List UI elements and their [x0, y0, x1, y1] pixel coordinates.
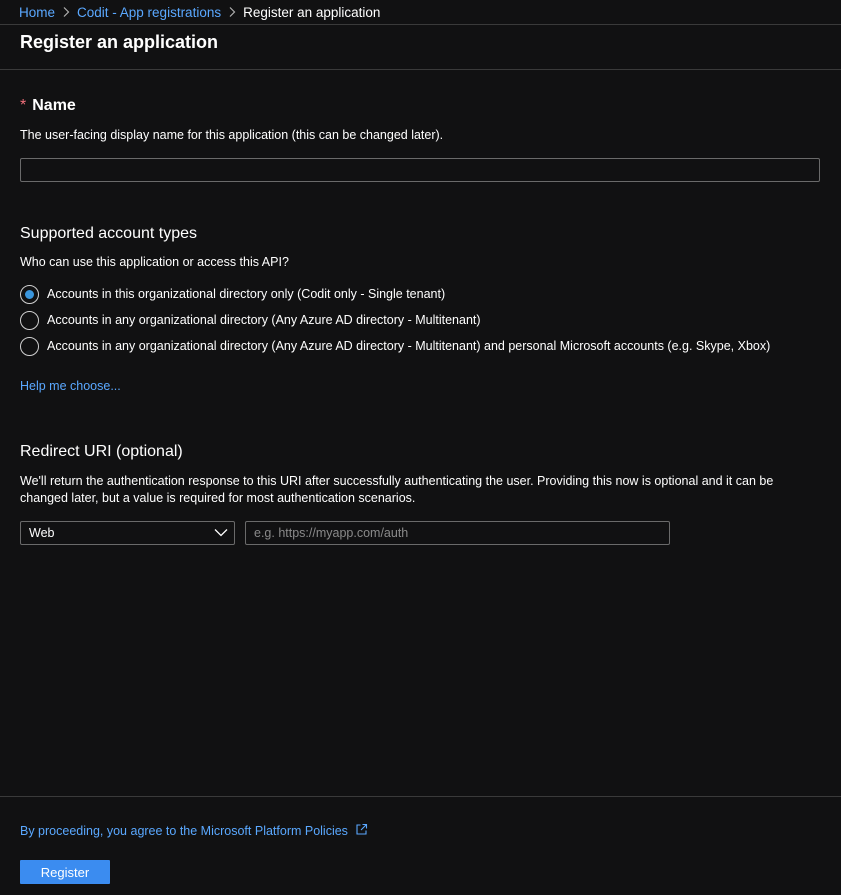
chevron-right-icon — [55, 7, 77, 17]
radio-unchecked-icon[interactable] — [20, 336, 39, 356]
name-section-title: * Name — [20, 97, 76, 115]
radio-unchecked-icon[interactable] — [20, 310, 39, 330]
account-type-label: Accounts in any organizational directory… — [47, 313, 481, 327]
platform-select-value: Web — [29, 526, 55, 540]
platform-select[interactable]: Web — [20, 521, 235, 545]
account-types-question: Who can use this application or access t… — [20, 255, 289, 269]
help-me-choose-link[interactable]: Help me choose... — [20, 379, 121, 393]
breadcrumb: Home Codit - App registrations Register … — [19, 0, 380, 24]
radio-checked-icon[interactable] — [20, 284, 39, 304]
required-marker: * — [20, 97, 27, 114]
policy-text: By proceeding, you agree to the Microsof… — [20, 824, 348, 838]
redirect-uri-description-line1: We'll return the authentication response… — [20, 474, 774, 488]
account-type-label: Accounts in this organizational director… — [47, 287, 446, 301]
page-title: Register an application — [20, 32, 219, 52]
chevron-right-icon — [221, 7, 243, 17]
breadcrumb-home[interactable]: Home — [19, 5, 55, 20]
redirect-uri-input[interactable] — [245, 521, 670, 545]
breadcrumb-app-registrations[interactable]: Codit - App registrations — [77, 5, 221, 20]
account-type-option-single-tenant[interactable]: Accounts in this organizational director… — [20, 284, 445, 304]
title-bar: Register an application — [0, 24, 841, 70]
redirect-uri-title: Redirect URI (optional) — [20, 443, 183, 460]
register-button[interactable]: Register — [20, 860, 110, 884]
account-type-option-multitenant-personal[interactable]: Accounts in any organizational directory… — [20, 336, 770, 356]
name-input[interactable] — [20, 158, 820, 182]
platform-policies-link[interactable]: By proceeding, you agree to the Microsof… — [20, 823, 368, 839]
account-type-option-multitenant[interactable]: Accounts in any organizational directory… — [20, 310, 481, 330]
name-description: The user-facing display name for this ap… — [20, 128, 444, 142]
chevron-down-icon — [214, 526, 228, 540]
register-app-page: Home Codit - App registrations Register … — [0, 0, 841, 895]
account-type-label: Accounts in any organizational directory… — [47, 339, 771, 353]
breadcrumb-current: Register an application — [243, 4, 381, 20]
external-link-icon — [348, 823, 368, 839]
account-types-title: Supported account types — [20, 225, 198, 242]
name-label: Name — [32, 97, 76, 114]
footer-divider — [0, 796, 841, 797]
redirect-uri-description-line2: changed later, but a value is required f… — [20, 491, 416, 505]
